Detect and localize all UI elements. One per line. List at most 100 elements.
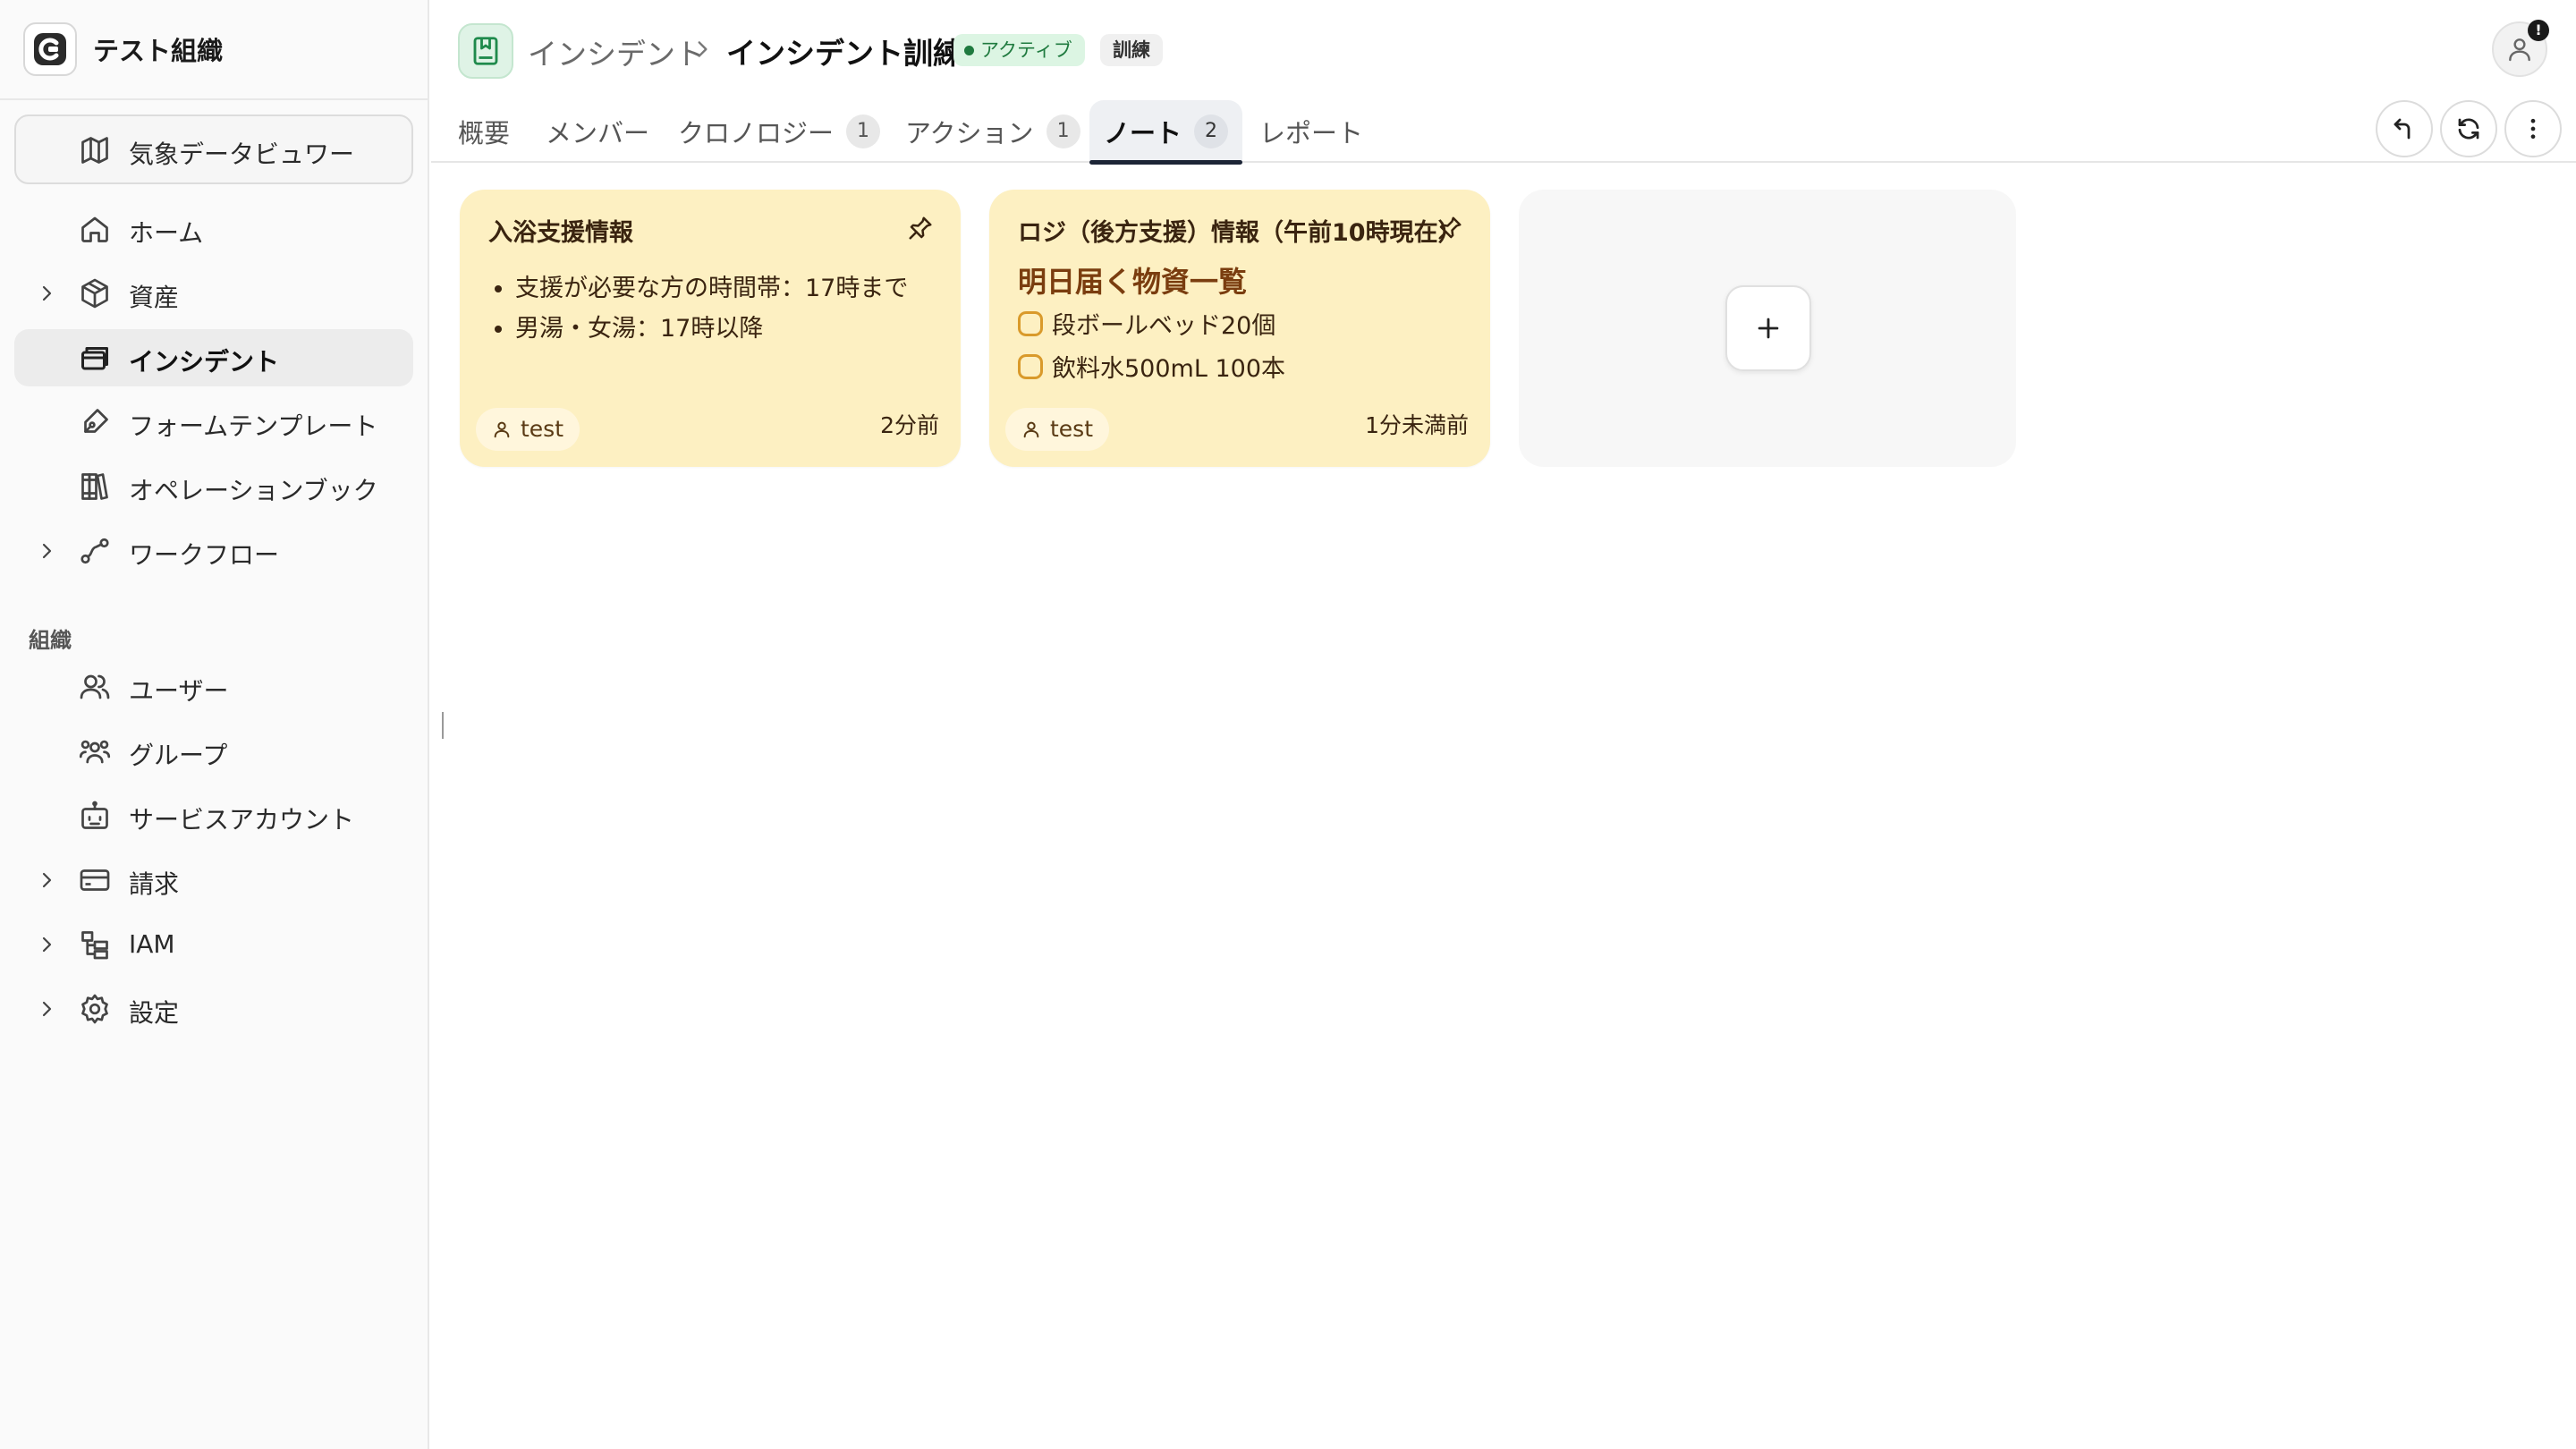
tab-label: 概要 xyxy=(458,118,511,148)
tab-label: レポート xyxy=(1259,118,1364,148)
sidebar-item-label: IAM xyxy=(129,929,175,959)
type-badge: 訓練 xyxy=(1100,34,1163,66)
sidebar-item-form-templates[interactable]: フォームテンプレート xyxy=(14,394,413,451)
chevron-right-icon[interactable] xyxy=(36,934,57,955)
sidebar-item-operation-book[interactable]: オペレーションブック xyxy=(14,458,413,515)
bot-icon xyxy=(79,800,111,832)
note-bullet-list: 支援が必要な方の時間帯：17時まで 男湯・女湯：17時以降 xyxy=(515,268,908,349)
sidebar-item-label: サービスアカウント xyxy=(129,805,355,835)
author-chip: test xyxy=(1005,408,1110,451)
iam-icon xyxy=(79,928,111,961)
group-icon xyxy=(79,735,111,767)
pin-icon[interactable] xyxy=(907,215,934,242)
books-icon xyxy=(79,470,111,503)
tab-label: クロノロジー xyxy=(678,118,835,148)
org-switcher[interactable]: テスト組織 xyxy=(0,0,428,100)
sidebar-item-home[interactable]: ホーム xyxy=(14,200,413,258)
status-badge-label: アクティブ xyxy=(980,39,1072,61)
sidebar-item-service-accounts[interactable]: サービスアカウント xyxy=(14,787,413,844)
add-note-card xyxy=(1519,190,2016,467)
chevron-right-icon[interactable] xyxy=(36,998,57,1020)
note-title: 入浴支援情報 xyxy=(488,219,633,247)
tab-label: ノート xyxy=(1104,118,1182,148)
more-options-button[interactable] xyxy=(2504,100,2562,157)
sidebar-item-label: ホーム xyxy=(129,218,204,248)
status-dot-icon xyxy=(964,46,974,55)
sidebar: テスト組織 気象データビュワー ホーム 資産 インシデント フォームテンプレート… xyxy=(0,0,429,1449)
incident-icon xyxy=(79,342,111,374)
plus-icon xyxy=(1758,318,1779,339)
chevron-right-icon xyxy=(691,38,714,61)
more-vertical-icon xyxy=(2530,118,2536,140)
org-name: テスト組織 xyxy=(93,36,224,66)
chevron-right-icon[interactable] xyxy=(36,869,57,891)
sidebar-item-label: 資産 xyxy=(129,283,180,312)
tab-report[interactable]: レポート xyxy=(1259,100,1363,163)
list-item: 男湯・女湯：17時以降 xyxy=(515,309,908,349)
sidebar-item-assets[interactable]: 資産 xyxy=(14,265,413,322)
corner-up-left-icon xyxy=(2394,118,2411,140)
sidebar-item-label: オペレーションブック xyxy=(129,476,378,505)
add-note-button[interactable] xyxy=(1725,285,1811,371)
sidebar-item-label: フォームテンプレート xyxy=(129,411,378,441)
sidebar-item-incident[interactable]: インシデント xyxy=(14,329,413,386)
note-timestamp: 1分未満前 xyxy=(1365,412,1469,438)
sidebar-item-weather-viewer[interactable]: 気象データビュワー xyxy=(14,114,413,184)
tab-chronology[interactable]: クロノロジー 1 xyxy=(678,100,881,163)
workflow-icon xyxy=(79,535,111,567)
checklist-item-label: 段ボールベッド20個 xyxy=(1052,312,1276,340)
sidebar-item-workflow[interactable]: ワークフロー xyxy=(14,522,413,580)
sidebar-resize-handle[interactable] xyxy=(442,712,444,739)
pen-icon xyxy=(79,406,111,438)
back-to-parent-button[interactable] xyxy=(2376,100,2433,157)
list-item: 支援が必要な方の時間帯：17時まで xyxy=(515,268,908,309)
user-icon xyxy=(2509,38,2530,62)
tab-actions[interactable]: アクション 1 xyxy=(905,100,1080,163)
box-icon xyxy=(79,277,111,309)
note-title: ロジ（後方支援）情報（午前10時現在） xyxy=(1018,219,1462,247)
tab-count-badge: 2 xyxy=(1194,114,1229,148)
user-icon xyxy=(1023,421,1039,438)
sidebar-item-label: グループ xyxy=(129,741,228,770)
checklist-item[interactable]: 段ボールベッド20個 xyxy=(1018,306,1275,341)
sidebar-item-iam[interactable]: IAM xyxy=(14,916,413,973)
note-heading: 明日届く物資一覧 xyxy=(1018,265,1248,299)
tab-count-badge: 1 xyxy=(846,114,881,148)
sidebar-item-billing[interactable]: 請求 xyxy=(14,852,413,909)
billing-icon xyxy=(79,864,111,896)
note-timestamp: 2分前 xyxy=(880,412,939,438)
breadcrumb-parent[interactable]: インシデント xyxy=(528,30,705,73)
note-card[interactable]: ロジ（後方支援）情報（午前10時現在） 明日届く物資一覧 段ボールベッド20個 … xyxy=(989,190,1490,467)
sidebar-item-settings[interactable]: 設定 xyxy=(14,980,413,1038)
refresh-button[interactable] xyxy=(2440,100,2497,157)
section-label-organization: 組織 xyxy=(29,628,72,653)
sidebar-item-label: ユーザー xyxy=(129,676,229,706)
checklist-item-label: 飲料水500mL 100本 xyxy=(1052,355,1285,383)
note-card[interactable]: 入浴支援情報 支援が必要な方の時間帯：17時まで 男湯・女湯：17時以降 tes… xyxy=(460,190,961,467)
status-badge: アクティブ xyxy=(953,34,1085,66)
author-name: test xyxy=(1050,416,1094,442)
checklist-item[interactable]: 飲料水500mL 100本 xyxy=(1018,349,1285,384)
checkbox[interactable] xyxy=(1018,353,1043,379)
tab-label: アクション xyxy=(905,118,1034,148)
user-icon xyxy=(494,421,510,438)
map-icon xyxy=(79,134,111,166)
incident-bookmark-icon xyxy=(458,23,513,79)
page-header: インシデント インシデント訓練 アクティブ 訓練 ! 概要 メンバー クロノロジ… xyxy=(431,0,2576,165)
sidebar-item-label: 請求 xyxy=(129,869,180,899)
pin-icon[interactable] xyxy=(1436,215,1463,242)
org-logo-icon xyxy=(23,22,77,76)
tab-label: メンバー xyxy=(546,118,650,148)
tab-notes[interactable]: ノート 2 xyxy=(1089,100,1243,165)
tab-overview[interactable]: 概要 xyxy=(458,100,510,163)
tab-count-badge: 1 xyxy=(1046,114,1080,148)
chevron-right-icon[interactable] xyxy=(36,540,57,562)
user-avatar-button[interactable]: ! xyxy=(2492,20,2549,77)
sidebar-item-label: ワークフロー xyxy=(129,540,280,570)
sidebar-item-groups[interactable]: グループ xyxy=(14,723,413,780)
sidebar-item-label: 設定 xyxy=(129,998,180,1028)
sidebar-item-users[interactable]: ユーザー xyxy=(14,658,413,716)
tab-members[interactable]: メンバー xyxy=(546,100,649,163)
checkbox[interactable] xyxy=(1018,310,1043,336)
chevron-right-icon[interactable] xyxy=(36,283,57,304)
